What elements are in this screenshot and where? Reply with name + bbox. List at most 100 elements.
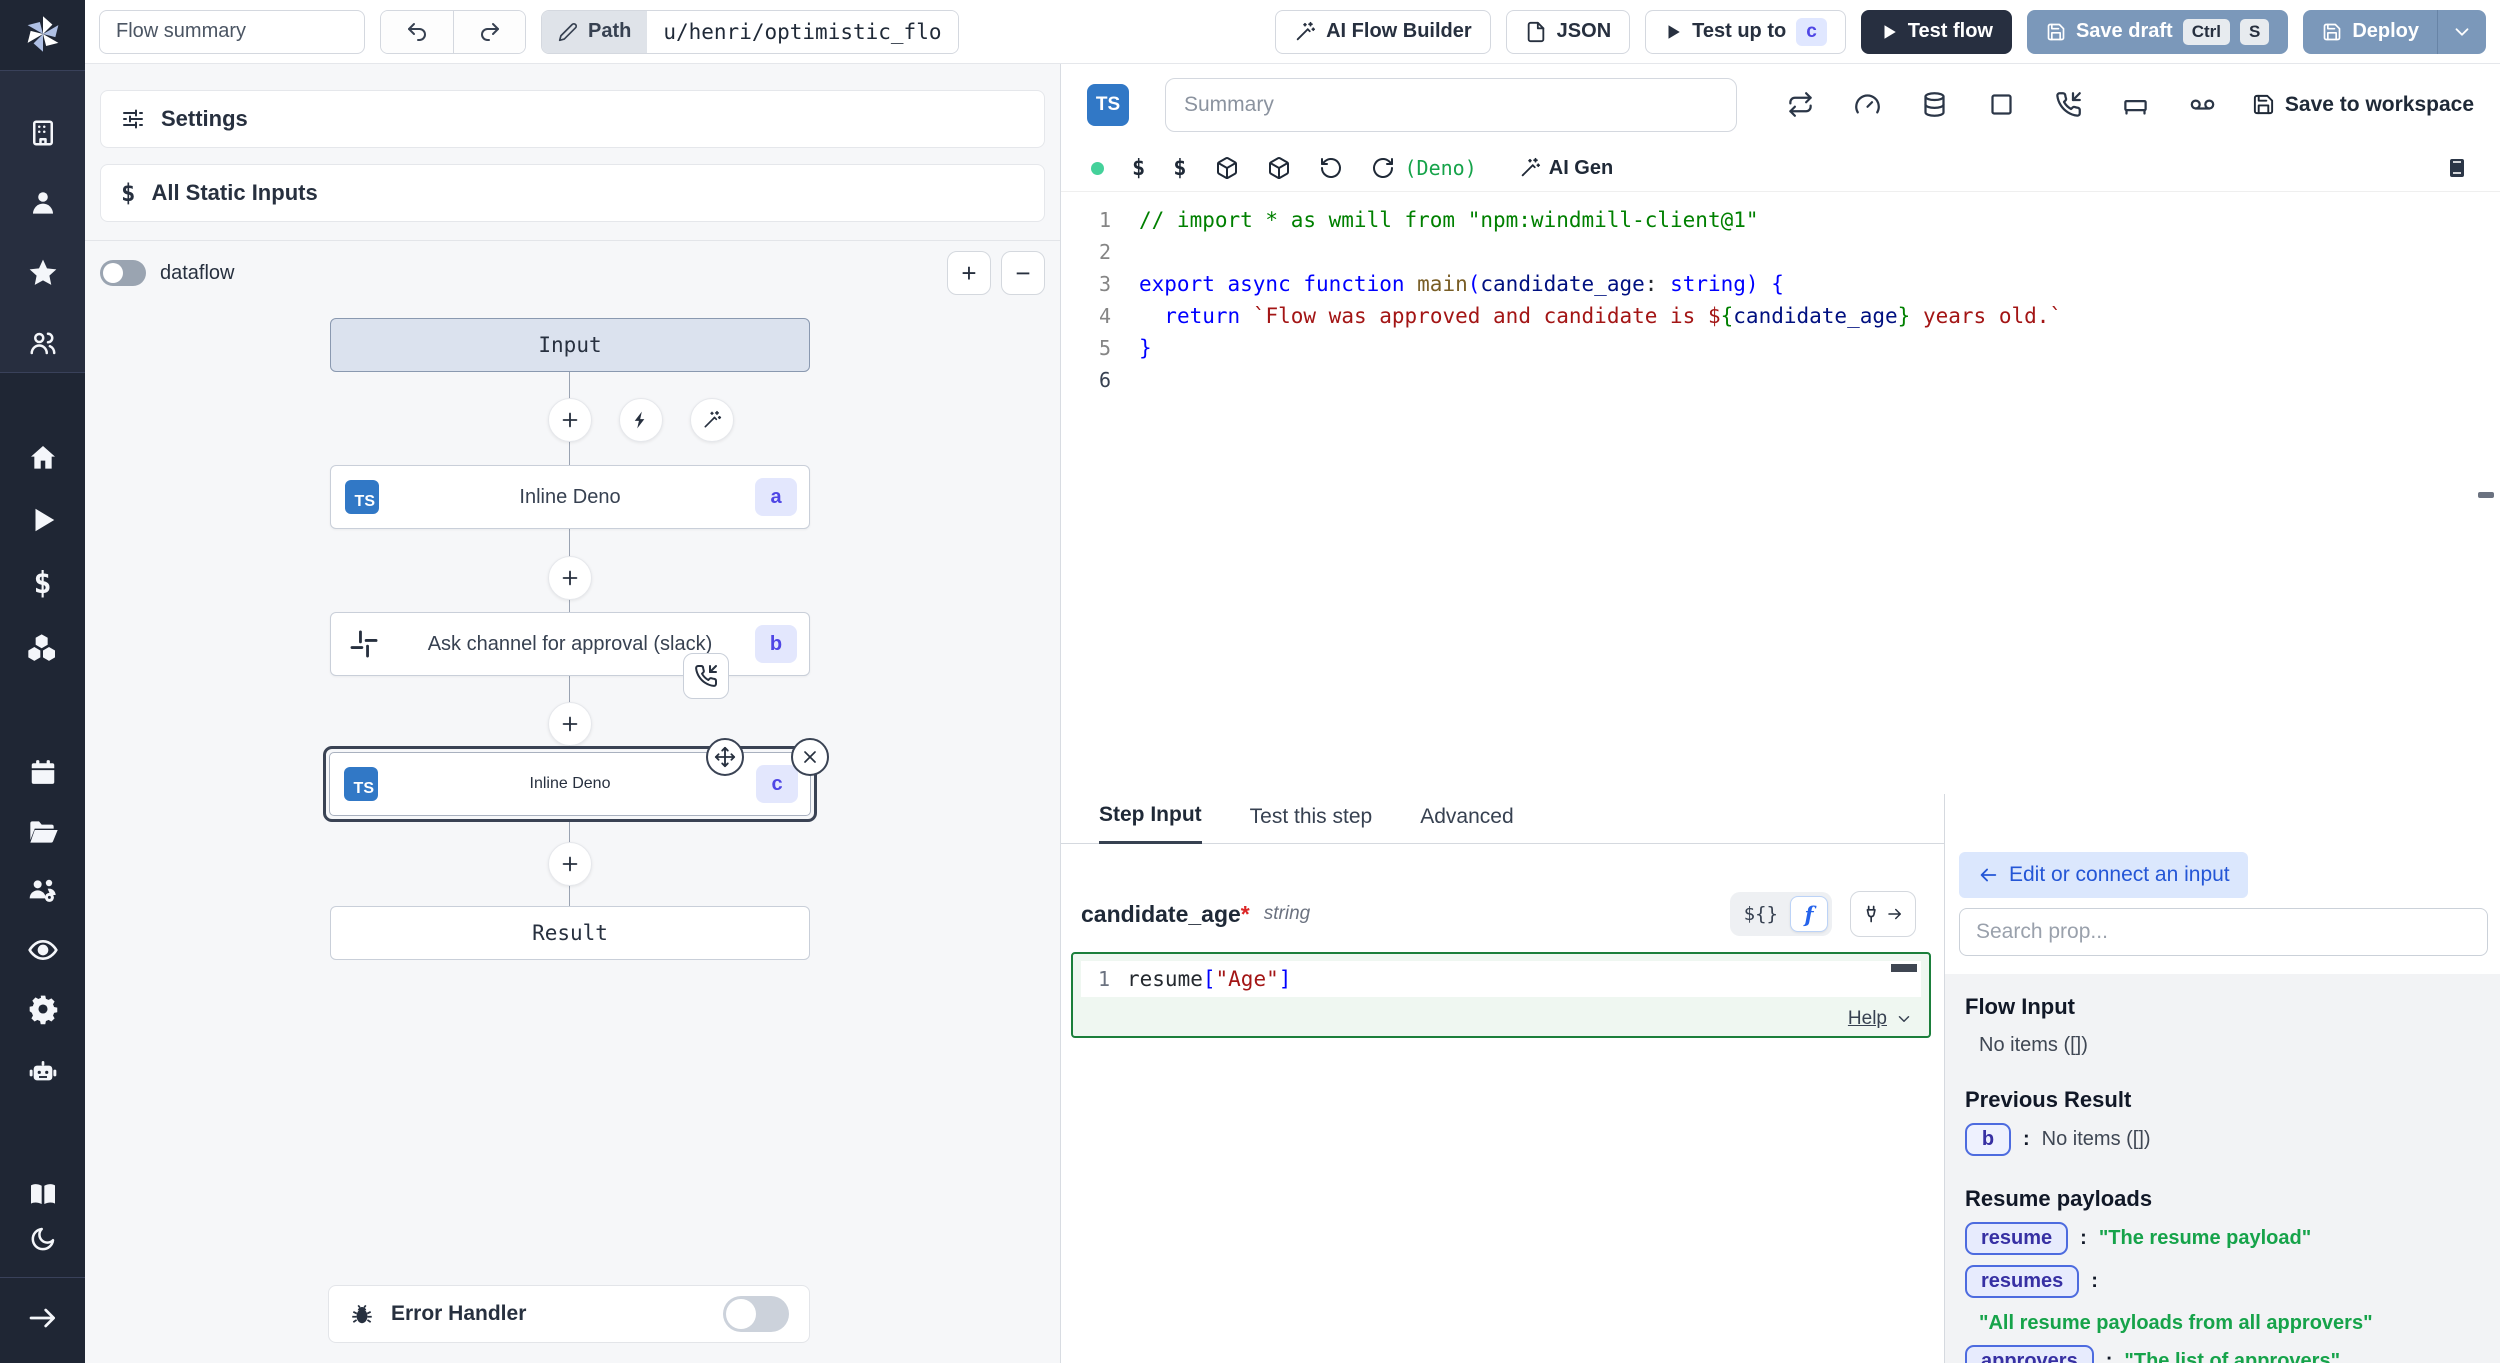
workers-robot-icon[interactable] bbox=[0, 1051, 85, 1091]
sleep-bed-icon[interactable] bbox=[2122, 91, 2149, 118]
edit-or-connect-pill[interactable]: Edit or connect an input bbox=[1959, 852, 2248, 898]
wand-sparkles-icon bbox=[1519, 157, 1541, 179]
members-icon[interactable] bbox=[0, 323, 85, 363]
trigger-button[interactable] bbox=[619, 398, 663, 442]
tab-advanced[interactable]: Advanced bbox=[1420, 805, 1513, 843]
resources-icon[interactable] bbox=[0, 627, 85, 667]
voicemail-icon[interactable] bbox=[2189, 91, 2216, 118]
deploy-button[interactable]: Deploy bbox=[2303, 10, 2437, 54]
schedules-calendar-icon[interactable] bbox=[0, 752, 85, 792]
concurrency-gauge-icon[interactable] bbox=[1854, 91, 1881, 118]
all-static-inputs-card[interactable]: $ All Static Inputs bbox=[100, 164, 1045, 222]
search-prop-input[interactable] bbox=[1959, 908, 2488, 956]
pencil-icon bbox=[558, 22, 578, 42]
bug-icon bbox=[349, 1301, 375, 1327]
audit-eye-icon[interactable] bbox=[0, 930, 85, 970]
function-mode-button[interactable]: f bbox=[1790, 896, 1828, 932]
runs-play-icon[interactable] bbox=[0, 500, 85, 540]
code-line[interactable]: 2 bbox=[1061, 236, 2500, 268]
insert-step-button[interactable] bbox=[548, 842, 592, 886]
dark-mode-moon-icon[interactable] bbox=[0, 1219, 85, 1259]
code-editor[interactable]: 1// import * as wmill from "npm:windmill… bbox=[1061, 192, 2500, 794]
dataflow-toggle[interactable] bbox=[100, 260, 146, 286]
test-flow-button[interactable]: Test flow bbox=[1861, 10, 2012, 54]
zoom-in-button[interactable]: + bbox=[947, 251, 991, 295]
add-resource-icon[interactable]: $ bbox=[1173, 156, 1186, 181]
folders-icon[interactable] bbox=[0, 812, 85, 852]
help-link[interactable]: Help bbox=[1848, 1008, 1913, 1030]
docs-book-icon[interactable] bbox=[0, 1174, 85, 1214]
flow-node-input[interactable]: Input bbox=[330, 318, 810, 372]
reload-refresh-icon[interactable] bbox=[1371, 156, 1395, 180]
undo-button[interactable] bbox=[381, 11, 453, 53]
code-line[interactable]: 5} bbox=[1061, 332, 2500, 364]
user-icon[interactable] bbox=[0, 183, 85, 223]
expand-sidebar-arrow-icon[interactable] bbox=[0, 1298, 85, 1338]
suspend-phone-incoming-icon[interactable] bbox=[2055, 91, 2082, 118]
insert-step-button[interactable] bbox=[548, 556, 592, 600]
tab-step-input[interactable]: Step Input bbox=[1099, 803, 1202, 844]
home-icon[interactable] bbox=[0, 438, 85, 478]
path-chip[interactable]: Path u/henri/optimistic_flo bbox=[541, 10, 959, 54]
tab-test-this-step[interactable]: Test this step bbox=[1250, 805, 1373, 843]
plus-icon bbox=[559, 409, 581, 431]
deploy-more-button[interactable] bbox=[2438, 10, 2486, 54]
scrollbar-mark[interactable] bbox=[2478, 492, 2494, 498]
step-summary-input[interactable] bbox=[1165, 78, 1737, 132]
ai-insert-wand-button[interactable] bbox=[690, 398, 734, 442]
move-step-button[interactable] bbox=[706, 738, 744, 776]
scrollbar-mark bbox=[1891, 964, 1917, 972]
code-line[interactable]: 1// import * as wmill from "npm:windmill… bbox=[1061, 204, 2500, 236]
path-label: Path bbox=[588, 20, 631, 43]
groups-icon[interactable] bbox=[0, 871, 85, 911]
insert-step-button[interactable] bbox=[548, 398, 592, 442]
test-up-to-button[interactable]: Test up to c bbox=[1645, 10, 1846, 54]
windmill-logo[interactable] bbox=[0, 8, 85, 60]
settings-gear-icon[interactable] bbox=[0, 989, 85, 1029]
zoom-out-button[interactable]: − bbox=[1001, 251, 1045, 295]
redo-button[interactable] bbox=[453, 11, 525, 53]
prop-badge-approvers[interactable]: approvers bbox=[1965, 1345, 2094, 1363]
cache-database-icon[interactable] bbox=[1921, 91, 1948, 118]
runtime-label[interactable]: (Deno) bbox=[1405, 156, 1477, 180]
flow-node-step-a[interactable]: TS Inline Deno a bbox=[330, 465, 810, 529]
error-handler-toggle[interactable] bbox=[723, 1296, 789, 1332]
template-mode-button[interactable]: ${} bbox=[1734, 899, 1788, 929]
save-to-workspace-button[interactable]: Save to workspace bbox=[2252, 93, 2474, 117]
code-line[interactable]: 6 bbox=[1061, 364, 2500, 396]
library-icon[interactable] bbox=[2446, 156, 2470, 180]
delete-step-button[interactable] bbox=[791, 738, 829, 776]
ai-gen-button[interactable]: AI Gen bbox=[1519, 157, 1613, 180]
flow-node-step-b[interactable]: Ask channel for approval (slack) b bbox=[330, 612, 810, 676]
retry-repeat-icon[interactable] bbox=[1787, 91, 1814, 118]
code-line[interactable]: 3export async function main(candidate_ag… bbox=[1061, 268, 2500, 300]
flow-panel: Settings $ All Static Inputs dataflow + … bbox=[85, 64, 1060, 1363]
error-handler-card[interactable]: Error Handler bbox=[328, 1285, 810, 1343]
insert-step-button[interactable] bbox=[548, 702, 592, 746]
flow-summary-input[interactable] bbox=[99, 10, 365, 54]
workspace-icon[interactable] bbox=[0, 113, 85, 153]
code-line[interactable]: 4 return `Flow was approved and candidat… bbox=[1061, 300, 2500, 332]
package-icon[interactable] bbox=[1215, 156, 1239, 180]
connect-input-plug-button[interactable] bbox=[1850, 891, 1916, 937]
prop-badge-resume[interactable]: resume bbox=[1965, 1222, 2068, 1255]
flow-node-result[interactable]: Result bbox=[330, 906, 810, 960]
variables-icon[interactable]: $ bbox=[0, 563, 85, 603]
wand-icon bbox=[1294, 21, 1316, 43]
save-draft-button[interactable]: Save draft Ctrl S bbox=[2027, 10, 2288, 54]
early-stop-square-icon[interactable] bbox=[1988, 91, 2015, 118]
add-variable-icon[interactable]: $ bbox=[1132, 156, 1145, 181]
flow-settings-card[interactable]: Settings bbox=[100, 90, 1045, 148]
expression-editor[interactable]: 1 resume["Age"] Help bbox=[1071, 952, 1931, 1038]
resume-payloads-title: Resume payloads bbox=[1965, 1186, 2500, 1212]
deploy-group: Deploy bbox=[2303, 10, 2486, 54]
plug-icon bbox=[1862, 904, 1882, 924]
reset-rotate-ccw-icon[interactable] bbox=[1319, 156, 1343, 180]
package-icon[interactable] bbox=[1267, 156, 1291, 180]
prop-badge-b[interactable]: b bbox=[1965, 1123, 2011, 1156]
json-button[interactable]: JSON bbox=[1506, 10, 1630, 54]
ai-flow-builder-button[interactable]: AI Flow Builder bbox=[1275, 10, 1491, 54]
prop-badge-resumes[interactable]: resumes bbox=[1965, 1265, 2079, 1298]
flow-input-title: Flow Input bbox=[1965, 994, 2500, 1020]
favorites-star-icon[interactable] bbox=[0, 253, 85, 293]
